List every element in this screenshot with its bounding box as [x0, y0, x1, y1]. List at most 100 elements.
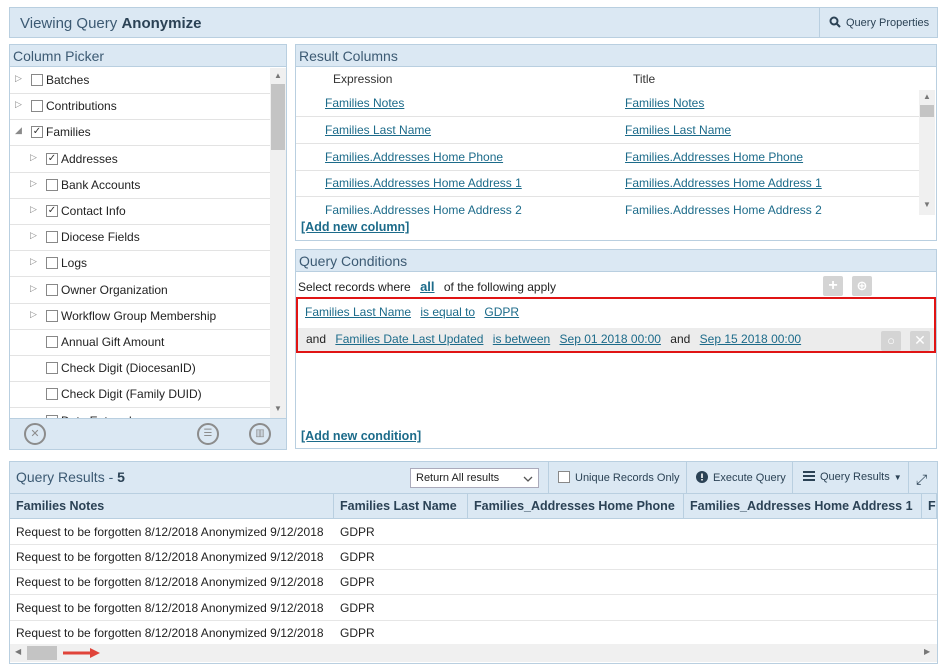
column-tree-item[interactable]: Check Digit (DiocesanID)	[10, 356, 270, 383]
column-checkbox[interactable]	[46, 178, 58, 191]
unique-records-checkbox[interactable]	[558, 471, 570, 483]
add-new-column-link[interactable]: [Add new column]	[301, 220, 409, 234]
scroll-right-icon[interactable]: ▶	[924, 647, 930, 656]
column-title-link[interactable]: Families Notes	[625, 96, 704, 110]
column-picker-scrollbar[interactable]: ▲ ▼	[270, 68, 286, 418]
column-tree-item[interactable]: Annual Gift Amount	[10, 330, 270, 356]
column-tree-item[interactable]: ▷ ✓ Contact Info	[10, 199, 270, 225]
query-properties-button[interactable]: Query Properties	[819, 8, 937, 37]
unique-records-toggle[interactable]: Unique Records Only	[548, 462, 686, 493]
column-checkbox[interactable]	[31, 74, 43, 86]
column-title-link[interactable]: Families.Addresses Home Phone	[625, 150, 803, 164]
table-row[interactable]: Request to be forgotten 8/12/2018 Anonym…	[10, 545, 937, 571]
add-condition-icon[interactable]: +	[823, 276, 843, 296]
return-results-select[interactable]: Return All results	[410, 468, 539, 488]
column-checkbox[interactable]	[46, 231, 58, 244]
expand-icon[interactable]: ▷	[30, 309, 37, 320]
column-tree-item[interactable]: ▷ ✓ Addresses	[10, 147, 270, 173]
results-column-header[interactable]: Fa	[922, 494, 937, 519]
table-cell: GDPR	[340, 625, 375, 640]
column-tree-item[interactable]: ▷ Contributions	[10, 94, 270, 121]
column-checkbox[interactable]	[46, 388, 58, 401]
column-tree-item[interactable]: ▷ Logs	[10, 251, 270, 278]
add-new-condition-link[interactable]: [Add new condition]	[301, 429, 421, 443]
column-tree-item[interactable]: ◢ ✓ Families	[10, 120, 270, 147]
table-row[interactable]: Request to be forgotten 8/12/2018 Anonym…	[10, 621, 937, 646]
list-icon	[803, 471, 815, 481]
column-checkbox[interactable]	[31, 100, 43, 113]
column-title-link[interactable]: Families.Addresses Home Address 1	[625, 176, 822, 190]
column-tree-item[interactable]: Date Entered	[10, 409, 270, 418]
result-columns-title: Result Columns	[296, 45, 936, 67]
result-columns-panel: Result Columns Expression Title Families…	[295, 44, 937, 241]
column-title-link[interactable]: Families.Addresses Home Address 2	[625, 203, 822, 215]
table-cell: GDPR	[340, 525, 375, 539]
scroll-down-icon[interactable]: ▼	[923, 200, 931, 209]
scroll-thumb[interactable]	[920, 105, 934, 117]
column-checkbox[interactable]	[46, 257, 58, 270]
add-new-condition-label[interactable]: [Add new condition]	[301, 429, 421, 443]
column-tree-item[interactable]: ▷ Diocese Fields	[10, 225, 270, 252]
expand-icon[interactable]: ▷	[30, 283, 37, 294]
add-group-icon[interactable]: ⊕	[852, 276, 872, 296]
select-prefix: Select records where	[298, 280, 411, 294]
scroll-thumb[interactable]	[271, 84, 285, 150]
expand-icon[interactable]: ▷	[30, 256, 37, 267]
table-row[interactable]: Request to be forgotten 8/12/2018 Anonym…	[10, 520, 937, 545]
column-title-link[interactable]: Families Last Name	[625, 123, 731, 137]
result-columns-scrollbar[interactable]: ▲ ▼	[919, 90, 935, 215]
column-tree-item[interactable]: ▷ Workflow Group Membership	[10, 304, 270, 330]
results-column-header[interactable]: Families Notes	[10, 494, 334, 519]
column-tree-item[interactable]: Check Digit (Family DUID)	[10, 382, 270, 409]
column-expression-link[interactable]: Families.Addresses Home Address 1	[325, 176, 522, 190]
column-tree-item[interactable]: ▷ Owner Organization	[10, 278, 270, 304]
column-checkbox[interactable]	[46, 362, 58, 375]
collapse-icon[interactable]: ◢	[15, 125, 22, 136]
expand-icon[interactable]: ▷	[30, 152, 37, 163]
column-tree-item[interactable]: ▷ Batches	[10, 68, 270, 94]
results-horizontal-scrollbar[interactable]: ◀ ▶	[10, 644, 937, 662]
query-name: Anonymize	[121, 15, 202, 32]
add-new-column-label[interactable]: [Add new column]	[301, 220, 409, 234]
column-item-label: Bank Accounts	[61, 177, 141, 192]
query-results-menu-button[interactable]: Query Results ▼	[792, 462, 908, 493]
scroll-thumb[interactable]	[27, 646, 57, 660]
table-row[interactable]: Request to be forgotten 8/12/2018 Anonym…	[10, 596, 937, 621]
column-checkbox[interactable]: ✓	[46, 152, 58, 165]
column-checkbox[interactable]	[46, 283, 58, 296]
execute-query-button[interactable]: Execute Query	[686, 462, 792, 493]
expand-icon[interactable]: ▷	[30, 204, 37, 215]
column-item-label: Diocese Fields	[61, 230, 140, 245]
scroll-up-icon[interactable]: ▲	[274, 71, 282, 80]
column-expression-link[interactable]: Families Last Name	[325, 123, 431, 137]
expand-icon[interactable]: ▷	[30, 178, 37, 189]
page-title: Viewing Query Anonymize	[20, 15, 201, 32]
column-checkbox[interactable]	[46, 309, 58, 322]
column-expression-link[interactable]: Families Notes	[325, 96, 404, 110]
results-column-header[interactable]: Families_Addresses Home Address 1	[684, 494, 922, 519]
column-checkbox[interactable]: ✓	[31, 126, 43, 139]
column-expression-link[interactable]: Families.Addresses Home Address 2	[325, 203, 522, 215]
expand-icon[interactable]: ⤢	[908, 462, 937, 493]
scroll-up-icon[interactable]: ▲	[923, 92, 931, 101]
remove-column-button[interactable]: ✕	[24, 423, 46, 445]
results-column-header[interactable]: Families_Addresses Home Phone	[468, 494, 684, 519]
list-view-icon[interactable]: ☰	[197, 423, 219, 445]
table-cell: Request to be forgotten 8/12/2018 Anonym…	[16, 625, 324, 640]
scroll-down-icon[interactable]: ▼	[274, 404, 282, 413]
table-cell: Request to be forgotten 8/12/2018 Anonym…	[16, 550, 324, 565]
expand-icon[interactable]: ▷	[15, 99, 22, 110]
results-column-header[interactable]: Families Last Name	[334, 494, 468, 519]
layout-view-icon[interactable]: ▥	[249, 423, 271, 445]
match-mode-link[interactable]: all	[420, 279, 434, 294]
query-results-menu-label: Query Results	[820, 471, 890, 483]
column-checkbox[interactable]: ✓	[46, 205, 58, 217]
column-expression-link[interactable]: Families.Addresses Home Phone	[325, 150, 503, 164]
column-tree-item[interactable]: ▷ Bank Accounts	[10, 173, 270, 199]
scroll-left-icon[interactable]: ◀	[15, 647, 21, 656]
table-cell: Request to be forgotten 8/12/2018 Anonym…	[16, 575, 324, 590]
column-checkbox[interactable]	[46, 336, 58, 348]
table-row[interactable]: Request to be forgotten 8/12/2018 Anonym…	[10, 570, 937, 596]
expand-icon[interactable]: ▷	[15, 73, 22, 84]
expand-icon[interactable]: ▷	[30, 230, 37, 241]
